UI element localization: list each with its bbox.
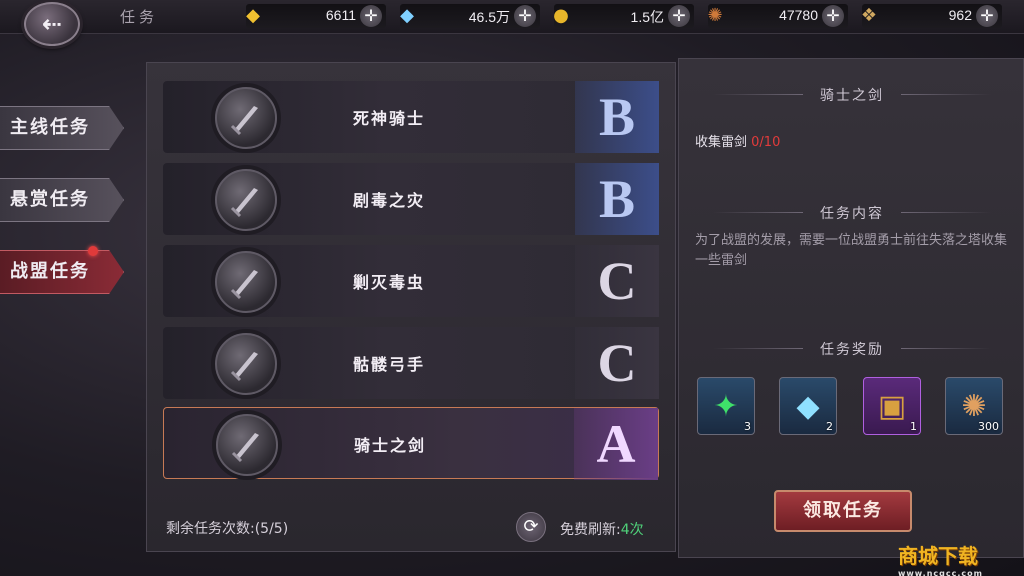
resource-diamond: ◆ 46.5万 ✛ [400, 4, 540, 28]
task-detail-panel: 骑士之剑 收集雷剑 0/10 任务内容 为了战盟的发展，需要一位战盟勇士前往失落… [678, 58, 1024, 558]
reward-item[interactable]: ✺ 300 [945, 377, 1003, 435]
accept-task-button[interactable]: 领取任务 [774, 490, 912, 532]
task-row[interactable]: 骷髅弓手 C [163, 327, 659, 399]
task-row[interactable]: 剿灭毒虫 C [163, 245, 659, 317]
back-arrow-icon: ⇠ [41, 10, 63, 38]
objective: 收集雷剑 0/10 [695, 131, 780, 150]
grade-badge: B [575, 81, 659, 153]
reward-item[interactable]: ◆ 2 [779, 377, 837, 435]
bronze-medal-icon: ✺ [961, 388, 987, 424]
sword-icon [216, 414, 278, 476]
reward-qty: 3 [744, 420, 751, 433]
blue-crystal-icon: ◆ [796, 388, 820, 424]
free-refresh-count: 4次 [620, 522, 644, 538]
refresh-icon: ⟳ [523, 516, 539, 537]
page-title: 任务 [120, 8, 159, 26]
book-icon: ▣ [877, 388, 907, 424]
tab-bounty-quest[interactable]: 悬赏任务 [0, 178, 124, 222]
reward-item[interactable]: ▣ 1 [863, 377, 921, 435]
resource-value: 46.5万 [468, 9, 510, 25]
add-diamond-button[interactable]: ✛ [514, 5, 536, 27]
tab-main-quest[interactable]: 主线任务 [0, 106, 124, 150]
task-name: 剧毒之灾 [353, 191, 426, 210]
tab-guild-quest[interactable]: 战盟任务 [0, 250, 124, 294]
reward-title: 任务奖励 [679, 339, 1024, 359]
watermark-logo: 商城下载 www.ncgcc.com [898, 544, 983, 576]
objective-progress: 0/10 [751, 135, 781, 150]
back-button[interactable]: ⇠ [24, 2, 80, 46]
reward-item[interactable]: ✦ 3 [697, 377, 755, 435]
reward-qty: 300 [978, 420, 999, 433]
content-title: 任务内容 [679, 203, 1024, 223]
add-scroll-button[interactable]: ✛ [976, 5, 998, 27]
green-gem-icon: ✦ [713, 388, 739, 424]
resource-gold: ◆ 6611 ✛ [246, 4, 386, 28]
task-list-panel: 死神骑士 B 剧毒之灾 B 剿灭毒虫 C 骷髅弓手 C 骑士之剑 A [146, 62, 676, 552]
sword-icon [215, 333, 277, 395]
add-medal-button[interactable]: ✛ [822, 5, 844, 27]
content-text: 为了战盟的发展，需要一位战盟勇士前往失落之塔收集一些雷剑 [695, 233, 1008, 268]
task-row-selected[interactable]: 骑士之剑 A [163, 407, 659, 480]
diamond-icon: ◆ [400, 4, 414, 26]
resource-value: 47780 [779, 7, 818, 23]
task-name: 骷髅弓手 [353, 355, 426, 374]
free-refresh-label: 免费刷新: [560, 522, 621, 538]
gold-bar-icon: ◆ [246, 4, 260, 26]
grade-badge: C [575, 245, 659, 317]
detail-title: 骑士之剑 [679, 85, 1024, 105]
task-row[interactable]: 死神骑士 B [163, 81, 659, 153]
remaining-count: 剩余任务次数:(5/5) [166, 521, 289, 537]
sword-icon [215, 251, 277, 313]
add-gold-button[interactable]: ✛ [360, 5, 382, 27]
task-name: 骑士之剑 [354, 436, 427, 455]
resource-coin: ● 1.5亿 ✛ [553, 4, 694, 28]
task-name: 死神骑士 [353, 109, 426, 128]
sword-icon [215, 87, 277, 149]
refresh-button[interactable]: ⟳ [516, 512, 546, 542]
resource-scroll: ❖ 962 ✛ [861, 4, 1002, 28]
grade-badge: C [575, 327, 659, 399]
grade-badge: A [574, 408, 658, 480]
grade-badge: B [575, 163, 659, 235]
resource-value: 6611 [325, 7, 356, 23]
medal-icon: ✺ [707, 4, 723, 26]
notification-dot [88, 246, 98, 256]
resource-value: 962 [948, 7, 972, 23]
add-coin-button[interactable]: ✛ [668, 5, 690, 27]
resource-medal: ✺ 47780 ✛ [707, 4, 848, 28]
task-row[interactable]: 剧毒之灾 B [163, 163, 659, 235]
task-name: 剿灭毒虫 [353, 273, 426, 292]
free-refresh-info: 免费刷新:4次 [560, 519, 644, 539]
reward-qty: 2 [826, 420, 833, 433]
coin-icon: ● [553, 4, 569, 26]
objective-label: 收集雷剑 [695, 135, 748, 150]
sword-icon [215, 169, 277, 231]
resource-value: 1.5亿 [630, 9, 664, 25]
reward-qty: 1 [910, 420, 917, 433]
scroll-icon: ❖ [860, 4, 878, 26]
